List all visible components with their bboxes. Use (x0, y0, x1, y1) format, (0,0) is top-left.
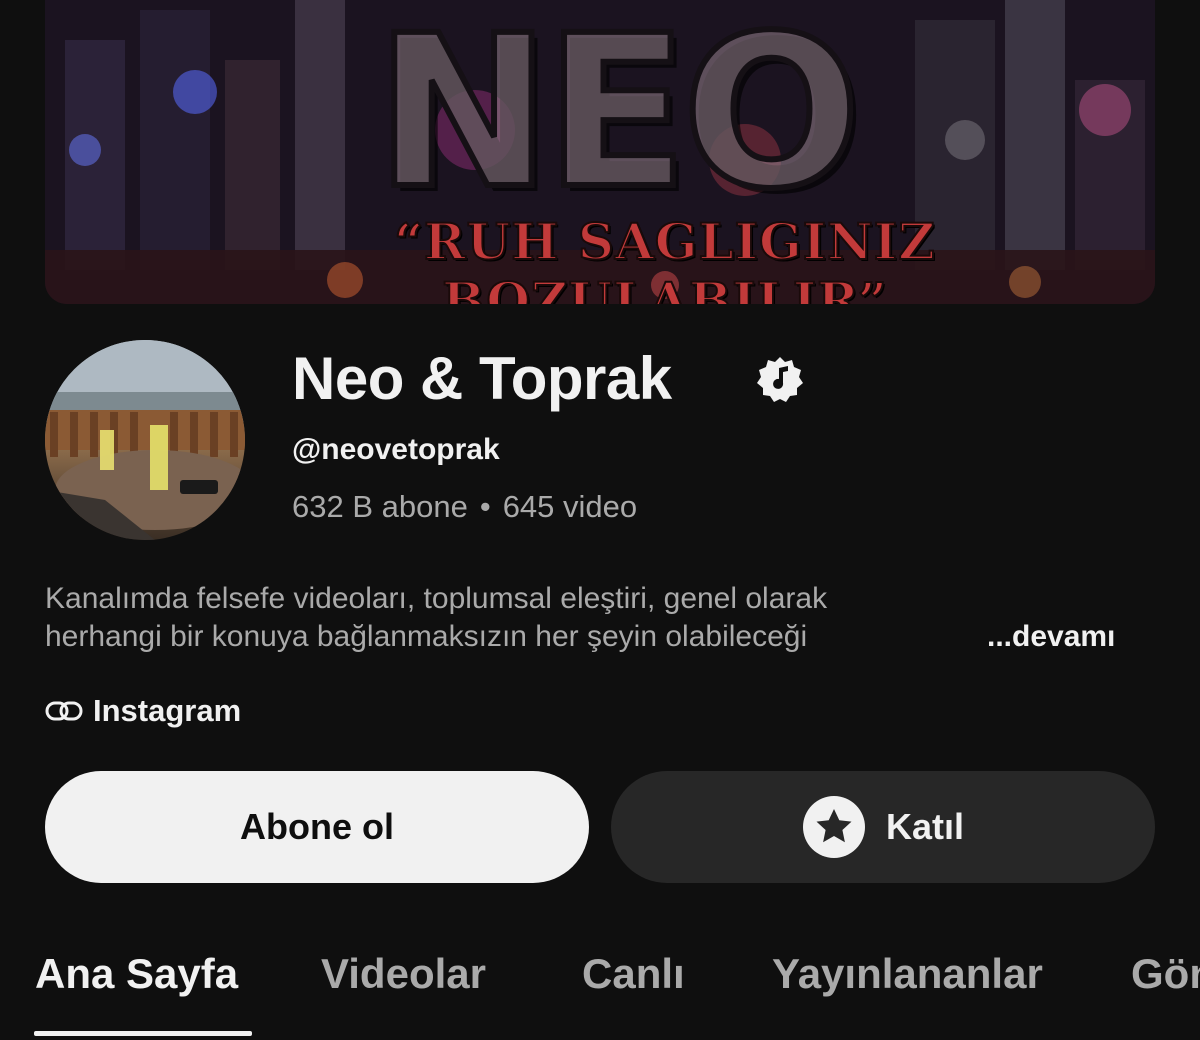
tab-home[interactable]: Ana Sayfa (35, 950, 238, 998)
channel-stats: 632 B abone • 645 video (292, 488, 637, 526)
link-label: Instagram (93, 693, 242, 728)
tab-posts[interactable]: Gönderiler (1131, 950, 1200, 998)
tab-videos[interactable]: Videolar (321, 950, 486, 998)
music-note-verified-icon (757, 357, 803, 402)
description-line-2: herhangi bir konuya bağlanmaksızın her ş… (45, 620, 808, 653)
channel-tabs: Ana Sayfa Videolar Canlı Yayınlananlar G… (0, 940, 1200, 1040)
link-icon (45, 701, 83, 721)
banner-tagline: “RUH SAGLIGINIZ BOZULABILIR” (393, 211, 936, 304)
description-line-1: Kanalımda felsefe videoları, toplumsal e… (45, 582, 828, 615)
stats-separator: • (479, 489, 491, 524)
join-button[interactable]: Katıl (611, 771, 1155, 883)
subscriber-count: 632 B abone (292, 489, 468, 524)
more-button[interactable]: ...devamı (987, 618, 1115, 656)
avatar-photo (45, 340, 245, 540)
banner-logo: NEO (372, 0, 864, 235)
channel-banner: NEO “RUH SAGLIGINIZ BOZULABILIR” (45, 0, 1155, 304)
subscribe-label: Abone ol (240, 806, 394, 847)
subscribe-button[interactable]: Abone ol (45, 771, 589, 883)
video-count: 645 video (502, 489, 638, 524)
channel-avatar[interactable] (45, 340, 245, 540)
channel-name: Neo & Toprak (292, 345, 672, 412)
tab-live[interactable]: Canlı (582, 950, 685, 998)
active-tab-indicator (34, 1031, 252, 1036)
channel-description[interactable]: Kanalımda felsefe videoları, toplumsal e… (45, 580, 1155, 656)
tab-released[interactable]: Yayınlananlar (772, 950, 1043, 998)
channel-handle: @neovetoprak (292, 433, 500, 466)
join-label: Katıl (885, 806, 964, 847)
star-icon (802, 796, 865, 858)
instagram-link[interactable]: Instagram (45, 692, 241, 730)
